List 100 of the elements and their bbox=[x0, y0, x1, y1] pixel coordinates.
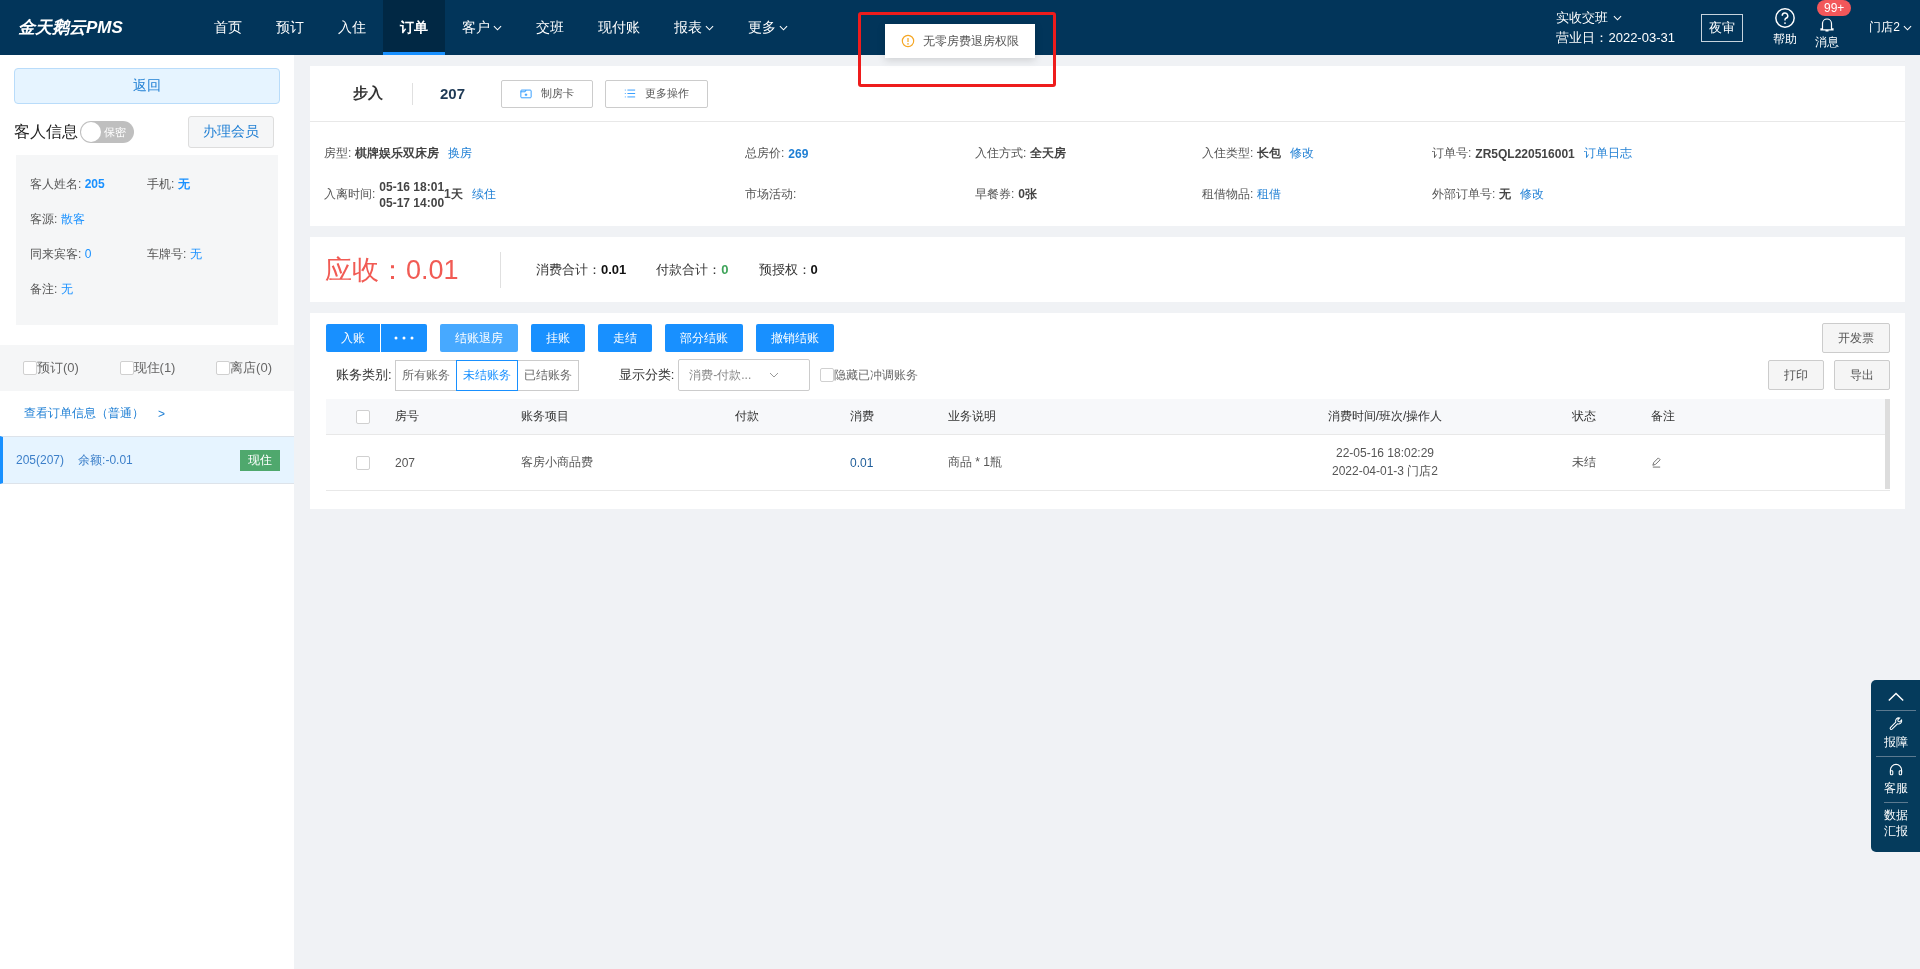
total-figure: 付款合计：0 bbox=[656, 260, 729, 279]
checkbox-label: 离店(0) bbox=[230, 359, 272, 377]
invoice-button[interactable]: 开发票 bbox=[1822, 323, 1890, 353]
night-audit-button[interactable]: 夜审 bbox=[1700, 13, 1743, 42]
warning-icon bbox=[901, 34, 915, 48]
checkbox[interactable] bbox=[216, 361, 231, 375]
detail-field: 总房价: 269 bbox=[745, 145, 975, 162]
detail-link[interactable]: 续住 bbox=[471, 186, 496, 203]
table-cell: 207 bbox=[395, 455, 416, 470]
nav-tab[interactable]: 客户 bbox=[445, 0, 519, 55]
nav-tab[interactable]: 入住 bbox=[321, 0, 383, 55]
nav-tab[interactable]: 交班 bbox=[519, 0, 581, 55]
caret-icon bbox=[1613, 14, 1623, 21]
filter-label: 账务类别: bbox=[336, 366, 392, 384]
nav-tab[interactable]: 更多 bbox=[731, 0, 805, 55]
order-info-link[interactable]: 查看订单信息（普通） bbox=[24, 405, 144, 422]
shift-menu[interactable]: 实收交班 bbox=[1556, 8, 1675, 27]
help-icon bbox=[1773, 7, 1796, 29]
guest-field: 备注: 无 bbox=[30, 281, 147, 298]
caret-icon bbox=[1903, 24, 1912, 31]
total-figure: 预授权：0 bbox=[758, 260, 818, 279]
detail-link[interactable]: 修改 bbox=[1520, 186, 1545, 203]
messages-button[interactable]: 消息 bbox=[1814, 16, 1839, 51]
order-source: 步入 bbox=[353, 84, 383, 103]
checkbox[interactable] bbox=[820, 368, 835, 382]
checkbox[interactable] bbox=[356, 455, 370, 470]
table-cell: 商品 * 1瓶 bbox=[948, 455, 1002, 469]
export-button[interactable]: 导出 bbox=[1834, 360, 1890, 390]
toast-text: 无零房费退房权限 bbox=[923, 32, 1019, 50]
caret-icon bbox=[493, 24, 502, 31]
checkbox-label: 现住(1) bbox=[133, 359, 176, 377]
nav-tab[interactable]: 预订 bbox=[259, 0, 321, 55]
detail-field: 房型: 棋牌娱乐双床房 换房 bbox=[324, 145, 745, 162]
column-header: 备注 bbox=[1651, 409, 1675, 423]
report-issue-button[interactable]: 报障 bbox=[1875, 710, 1916, 756]
filter-label: 显示分类: bbox=[618, 366, 675, 384]
balance-text: 余额:-0.01 bbox=[78, 451, 133, 469]
room-number: 207 bbox=[440, 85, 466, 102]
column-header: 状态 bbox=[1572, 409, 1596, 423]
detail-field: 市场活动: bbox=[745, 186, 975, 203]
checkbox-label: 预订(0) bbox=[37, 359, 79, 377]
arrow-text: > bbox=[158, 406, 165, 421]
receivable-amount: 应收：0.01 bbox=[325, 253, 460, 287]
business-date: 营业日：2022-03-31 bbox=[1556, 28, 1675, 47]
guest-field: 车牌号: 无 bbox=[147, 246, 264, 263]
detail-link[interactable]: 269 bbox=[788, 146, 809, 161]
column-header: 付款 bbox=[735, 409, 759, 423]
column-header: 业务说明 bbox=[948, 409, 996, 423]
column-header: 消费 bbox=[850, 409, 874, 423]
column-header: 房号 bbox=[395, 409, 419, 423]
caret-icon bbox=[705, 24, 714, 31]
nav-tab[interactable]: 报表 bbox=[657, 0, 731, 55]
detail-field: 租借物品: 租借 bbox=[1202, 186, 1432, 203]
guest-field: 手机: 无 bbox=[147, 176, 264, 193]
checkbox[interactable] bbox=[119, 361, 134, 375]
more-button[interactable] bbox=[380, 324, 427, 352]
data-report-button[interactable]: 数据汇报 bbox=[1883, 802, 1908, 845]
checkbox[interactable] bbox=[23, 361, 37, 375]
detail-link[interactable]: 修改 bbox=[1290, 145, 1315, 162]
room-number: 205(207) bbox=[16, 453, 65, 467]
back-button[interactable]: 返回 bbox=[14, 68, 280, 104]
message-count-badge: 99+ bbox=[1816, 0, 1852, 16]
segment-tab[interactable]: 已结账务 bbox=[516, 359, 579, 391]
detail-field: 外部订单号: 无 修改 bbox=[1432, 186, 1905, 203]
guest-field: 同来宾客: 0 bbox=[30, 246, 147, 263]
total-figure: 消费合计：0.01 bbox=[536, 260, 627, 279]
caret-icon bbox=[769, 372, 780, 378]
nav-tab[interactable]: 现付账 bbox=[581, 0, 657, 55]
edit-icon[interactable] bbox=[1651, 457, 1662, 468]
caret-icon bbox=[779, 24, 788, 31]
column-header: 消费时间/班次/操作人 bbox=[1327, 408, 1443, 425]
detail-link[interactable]: 换房 bbox=[448, 145, 473, 162]
table-cell: 客房小商品费 bbox=[521, 455, 593, 469]
nav-tab[interactable]: 订单 bbox=[383, 0, 445, 55]
guest-field: 客人姓名: 205 bbox=[30, 176, 147, 193]
section-title: 客人信息 bbox=[14, 121, 78, 142]
member-button[interactable]: 办理会员 bbox=[188, 116, 274, 148]
category-select[interactable]: 消费-付款... bbox=[678, 359, 811, 391]
checkbox[interactable] bbox=[356, 409, 370, 424]
help-button[interactable]: 帮助 bbox=[1772, 7, 1797, 48]
table-cell: 未结 bbox=[1572, 455, 1596, 469]
store-menu[interactable]: 门店2 bbox=[1869, 19, 1912, 36]
more-icon bbox=[393, 336, 415, 340]
detail-field: 入住方式: 全天房 bbox=[975, 145, 1202, 162]
detail-field: 早餐券: 0张 bbox=[975, 186, 1202, 203]
more-actions-button[interactable]: 更多操作 bbox=[605, 79, 709, 108]
folder-icon bbox=[520, 88, 533, 99]
checkbox-label: 隐藏已冲调账务 bbox=[834, 366, 919, 384]
detail-field: 入住类型: 长包 修改 bbox=[1202, 145, 1432, 162]
detail-link[interactable]: 订单日志 bbox=[1583, 145, 1632, 162]
make-card-button[interactable]: 制房卡 bbox=[501, 79, 594, 108]
nav-tab[interactable]: 首页 bbox=[197, 0, 259, 55]
customer-service-button[interactable]: 客服 bbox=[1875, 756, 1916, 802]
table-cell: 22-05-16 18:02:29 2022-04-01-3 门店2 bbox=[1331, 445, 1439, 480]
column-header: 账务项目 bbox=[521, 409, 569, 423]
status-tag: 现住 bbox=[240, 449, 280, 471]
segment-tab[interactable]: 所有账务 bbox=[394, 359, 457, 391]
room-list-item[interactable]: 205(207) 余额:-0.01 现住 bbox=[0, 436, 294, 484]
print-button[interactable]: 打印 bbox=[1768, 360, 1824, 390]
detail-link[interactable]: 租借 bbox=[1257, 186, 1282, 203]
